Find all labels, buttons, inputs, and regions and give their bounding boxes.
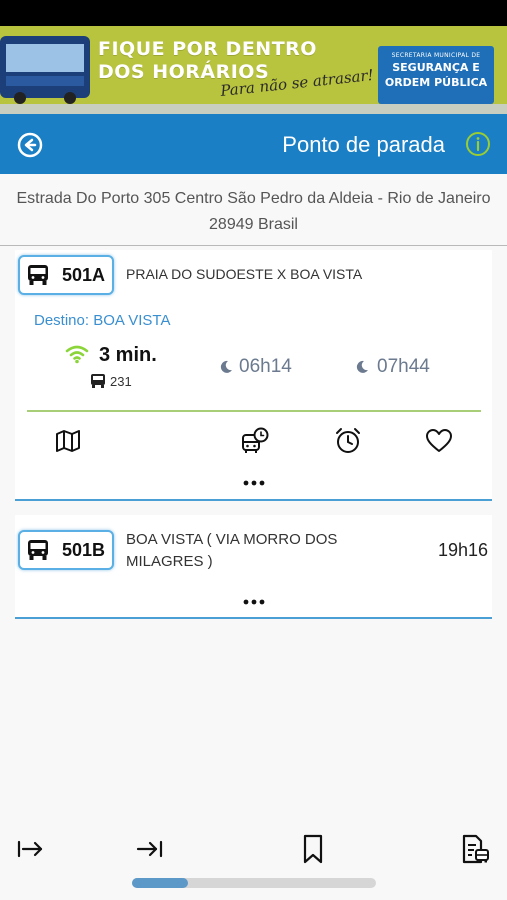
banner-dept-line2: ORDEM PÚBLICA — [384, 76, 488, 89]
moon-icon — [220, 360, 232, 373]
banner-department-logo: SECRETARIA MUNICIPAL DE SEGURANÇA E ORDE… — [378, 46, 494, 104]
banner-road-strip — [0, 104, 507, 114]
route-code: 501B — [62, 540, 106, 560]
back-circle-arrow-icon[interactable] — [16, 131, 44, 159]
route-card[interactable]: 501B BOA VISTA ( VIA MORRO DOS MILAGRES … — [15, 515, 492, 619]
route-badge[interactable]: 501A — [18, 255, 114, 295]
promo-banner[interactable]: FIQUE POR DENTRO DOS HORÁRIOS Para não s… — [0, 26, 507, 114]
route-name: PRAIA DO SUDOESTE X BOA VISTA — [126, 266, 363, 282]
route-code: 501A — [62, 265, 106, 285]
stop-address: Estrada Do Porto 305 Centro São Pedro da… — [0, 174, 507, 246]
bus-schedule-icon[interactable] — [240, 426, 270, 456]
banner-dept-line1: SEGURANÇA E — [392, 61, 480, 74]
divider — [27, 410, 481, 412]
bottom-navigation — [0, 825, 507, 900]
wifi-signal-icon — [65, 345, 89, 364]
route-name: BOA VISTA ( VIA MORRO DOS MILAGRES ) — [126, 531, 338, 570]
moon-icon — [356, 360, 368, 373]
arrow-right-to-bar-icon[interactable] — [14, 833, 46, 865]
next-departure-time: 19h16 — [437, 540, 488, 560]
bus-icon — [91, 374, 105, 388]
map-icon[interactable] — [53, 426, 83, 456]
status-bar — [0, 0, 507, 26]
arrow-right-to-line-icon[interactable] — [134, 833, 166, 865]
scheduled-time: 07h44 — [377, 356, 430, 377]
route-badge[interactable]: 501B — [18, 530, 114, 570]
heart-icon[interactable] — [424, 426, 454, 456]
bus-icon — [28, 540, 48, 560]
info-circle-icon[interactable] — [464, 130, 492, 158]
route-destination: Destino: BOA VISTA — [34, 312, 171, 329]
banner-bus-icon — [0, 36, 90, 104]
bus-icon — [28, 265, 48, 285]
bookmark-icon[interactable] — [297, 833, 329, 865]
vehicle-number: 231 — [110, 374, 132, 389]
scroll-indicator-thumb[interactable] — [132, 878, 189, 888]
page-title: Ponto de parada — [282, 132, 445, 157]
app-header: Ponto de parada — [0, 114, 507, 174]
banner-dept-small: SECRETARIA MUNICIPAL DE — [391, 52, 481, 59]
scheduled-time: 06h14 — [239, 356, 292, 377]
arrival-eta: 3 min. — [99, 344, 157, 366]
more-options-icon[interactable] — [240, 478, 268, 488]
banner-title-line1: FIQUE POR DENTRO — [98, 38, 317, 60]
scroll-indicator-track[interactable] — [132, 878, 376, 888]
more-options-icon[interactable] — [240, 597, 268, 607]
alarm-clock-icon[interactable] — [333, 426, 363, 456]
route-card[interactable]: 501A PRAIA DO SUDOESTE X BOA VISTA Desti… — [15, 250, 492, 501]
document-bus-icon[interactable] — [460, 833, 492, 865]
